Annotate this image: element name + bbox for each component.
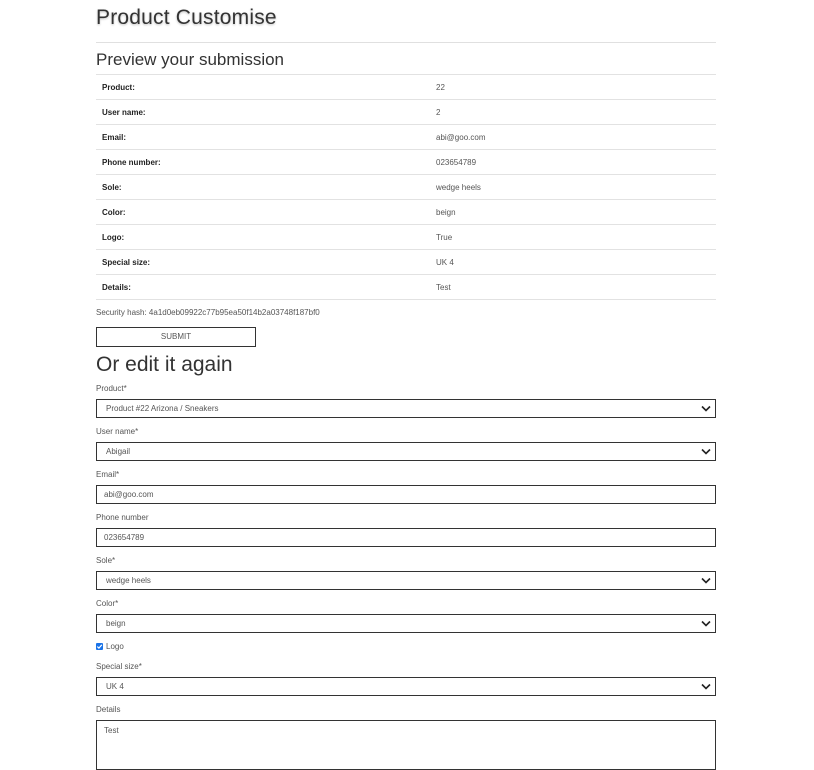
chevron-down-icon: [701, 405, 711, 412]
preview-label-color: Color:: [96, 199, 430, 225]
preview-label-sole: Sole:: [96, 174, 430, 200]
table-row: Color: beign: [96, 199, 716, 225]
chevron-down-icon: [701, 620, 711, 627]
sole-label: Sole*: [96, 556, 116, 565]
email-field-value: abi@goo.com: [104, 490, 154, 499]
page-title: Product Customise: [96, 6, 277, 29]
preview-value-phone: 023654789: [430, 149, 716, 175]
color-select[interactable]: beign: [96, 614, 716, 633]
table-row: Details: Test: [96, 274, 716, 300]
table-row: Special size: UK 4: [96, 249, 716, 275]
details-textarea-value: Test: [104, 726, 119, 735]
table-row: Product: 22: [96, 74, 716, 100]
preview-label-user-name: User name:: [96, 99, 430, 125]
email-label: Email*: [96, 470, 120, 479]
table-row: Logo: True: [96, 224, 716, 250]
preview-value-logo: True: [430, 224, 716, 250]
product-label: Product*: [96, 384, 127, 393]
user-name-label: User name*: [96, 427, 139, 436]
color-label: Color*: [96, 599, 119, 608]
logo-checkbox[interactable]: [96, 643, 103, 650]
details-label: Details: [96, 705, 121, 714]
preview-value-user-name: 2: [430, 99, 716, 125]
table-row: Email: abi@goo.com: [96, 124, 716, 150]
preview-value-special-size: UK 4: [430, 249, 716, 275]
edit-heading: Or edit it again: [96, 353, 233, 376]
special-size-select[interactable]: UK 4: [96, 677, 716, 696]
preview-label-email: Email:: [96, 124, 430, 150]
color-select-value: beign: [106, 619, 126, 628]
special-size-select-value: UK 4: [106, 682, 124, 691]
chevron-down-icon: [701, 683, 711, 690]
table-row: Phone number: 023654789: [96, 149, 716, 175]
details-textarea[interactable]: Test: [96, 720, 716, 770]
preview-value-email: abi@goo.com: [430, 124, 716, 150]
logo-label: Logo: [106, 642, 124, 651]
table-row: User name: 2: [96, 99, 716, 125]
sole-select-value: wedge heels: [106, 576, 151, 585]
submit-button[interactable]: SUBMIT: [96, 327, 256, 347]
preview-label-details: Details:: [96, 274, 430, 300]
preview-value-color: beign: [430, 199, 716, 225]
email-field[interactable]: abi@goo.com: [96, 485, 716, 504]
preview-value-sole: wedge heels: [430, 174, 716, 200]
sole-select[interactable]: wedge heels: [96, 571, 716, 590]
phone-field-value: 023654789: [104, 533, 145, 542]
product-select-value: Product #22 Arizona / Sneakers: [106, 404, 219, 413]
preview-value-product: 22: [430, 74, 716, 100]
preview-label-logo: Logo:: [96, 224, 430, 250]
table-row: Sole: wedge heels: [96, 174, 716, 200]
preview-heading: Preview your submission: [96, 50, 285, 69]
security-hash: Security hash: 4a1d0eb09922c77b95ea50f14…: [96, 308, 320, 317]
preview-table: Product: 22 User name: 2 Email: abi@goo.…: [96, 74, 716, 300]
title-divider: [96, 42, 716, 43]
chevron-down-icon: [701, 448, 711, 455]
special-size-label: Special size*: [96, 662, 142, 671]
phone-field[interactable]: 023654789: [96, 528, 716, 547]
preview-label-product: Product:: [96, 74, 430, 100]
product-select[interactable]: Product #22 Arizona / Sneakers: [96, 399, 716, 418]
preview-label-special-size: Special size:: [96, 249, 430, 275]
phone-label: Phone number: [96, 513, 149, 522]
checkmark-icon: [96, 644, 103, 649]
preview-label-phone: Phone number:: [96, 149, 430, 175]
chevron-down-icon: [701, 577, 711, 584]
user-name-select[interactable]: Abigail: [96, 442, 716, 461]
preview-value-details: Test: [430, 274, 716, 300]
user-name-select-value: Abigail: [106, 447, 131, 456]
